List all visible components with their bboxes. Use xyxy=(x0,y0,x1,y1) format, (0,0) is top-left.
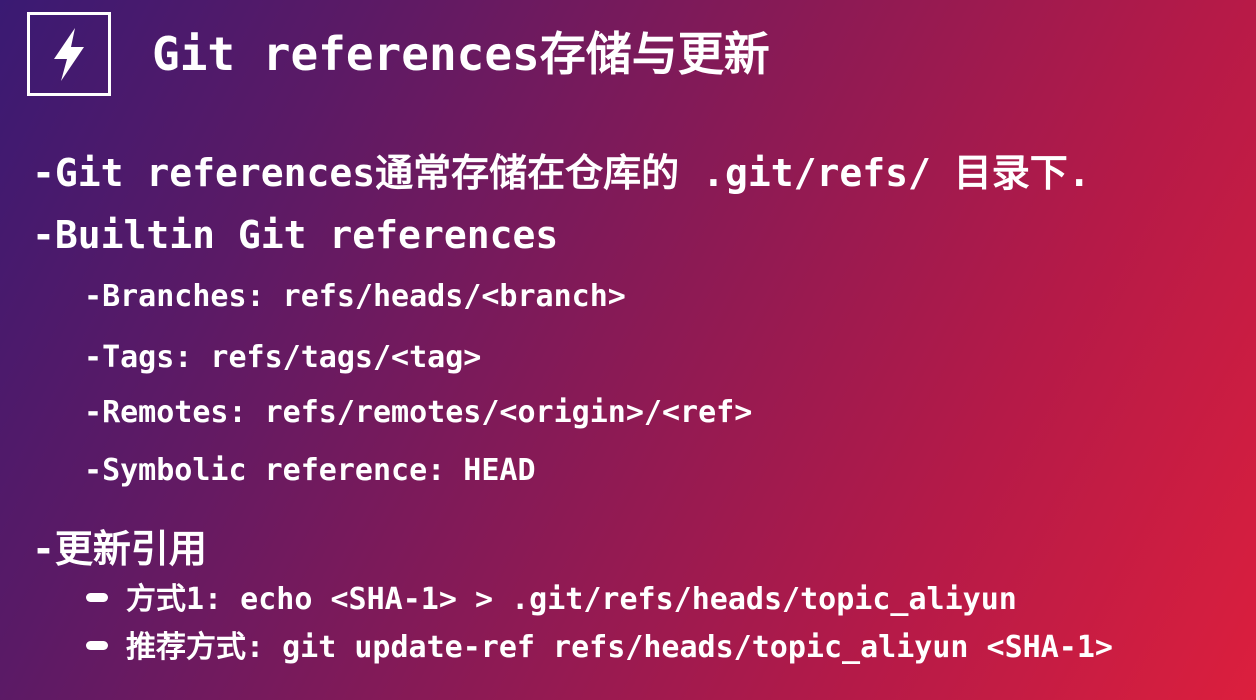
bullet-text: Builtin Git references xyxy=(54,213,559,257)
bullet-text: 方式1: echo <SHA-1> > .git/refs/heads/topi… xyxy=(126,582,1017,617)
sub-bullet-branches: - Branches: refs/heads/<branch> xyxy=(84,277,626,317)
logo-box xyxy=(27,12,111,96)
bullet-text: 推荐方式: git update-ref refs/heads/topic_al… xyxy=(126,630,1113,665)
bullet-text: Remotes: refs/remotes/<origin>/<ref> xyxy=(102,395,753,430)
bullet-refs-location: - Git references通常存储在仓库的 .git/refs/ 目录下. xyxy=(32,148,1091,198)
bullet-text: Git references通常存储在仓库的 .git/refs/ 目录下. xyxy=(54,151,1091,195)
sub-bullet-remotes: - Remotes: refs/remotes/<origin>/<ref> xyxy=(84,393,752,433)
bullet-dash: - xyxy=(84,395,103,430)
bullet-pill xyxy=(86,641,108,650)
bullet-text: Branches: refs/heads/<branch> xyxy=(102,279,626,314)
bullet-text: Tags: refs/tags/<tag> xyxy=(102,340,482,375)
update-item-recommended: 推荐方式: git update-ref refs/heads/topic_al… xyxy=(84,628,1113,668)
bullet-dash: - xyxy=(84,279,103,314)
slide-title: Git references存储与更新 xyxy=(152,27,770,81)
bullet-text: Symbolic reference: HEAD xyxy=(102,453,536,488)
bullet-update-refs: - 更新引用 xyxy=(32,524,207,574)
sub-bullet-symbolic: - Symbolic reference: HEAD xyxy=(84,451,536,491)
bullet-text: 更新引用 xyxy=(54,527,207,571)
slide: Git references存储与更新 - Git references通常存储… xyxy=(0,0,1256,700)
lightning-bolt-icon xyxy=(54,28,84,81)
update-item-method-1: 方式1: echo <SHA-1> > .git/refs/heads/topi… xyxy=(84,580,1017,620)
bullet-dash: - xyxy=(84,340,103,375)
bullet-pill xyxy=(86,593,108,602)
bullet-dash: - xyxy=(32,213,55,257)
bullet-dash: - xyxy=(32,527,55,571)
bullet-dash: - xyxy=(32,151,55,195)
bullet-builtin-refs: - Builtin Git references xyxy=(32,210,558,260)
sub-bullet-tags: - Tags: refs/tags/<tag> xyxy=(84,338,481,378)
bullet-dash: - xyxy=(84,453,103,488)
